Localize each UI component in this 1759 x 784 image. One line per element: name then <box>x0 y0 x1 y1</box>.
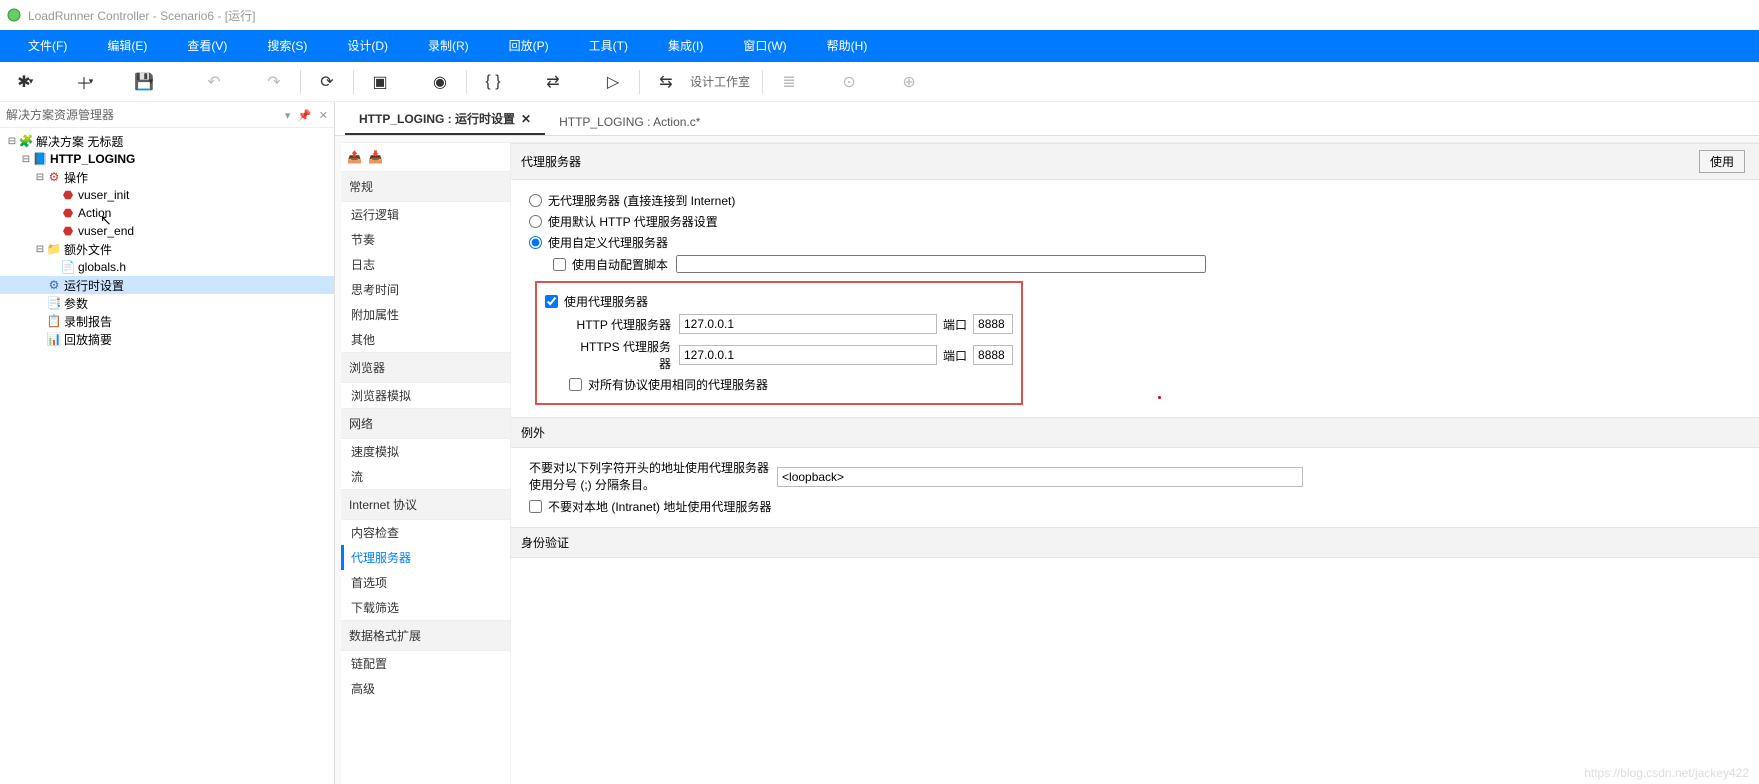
toolbar: ✱▾ ＋▾ 💾▾ ↶ ↷ ⟳ ▣ ◉ { } ⇄ ▷ ⇆ 设计工作室 ≣ ⊙ ⊕ <box>0 62 1759 102</box>
radio-default-proxy[interactable] <box>529 215 542 228</box>
tree-runtime-settings[interactable]: ⚙运行时设置 <box>0 276 334 294</box>
pin-icon[interactable]: 📌 <box>298 110 312 122</box>
zoom-reset-button[interactable]: ⊙ <box>835 68 863 96</box>
design-studio-icon[interactable]: ⇆ <box>652 68 680 96</box>
tree-vuser-init[interactable]: ⬣vuser_init <box>0 186 334 204</box>
nav-streaming[interactable]: 流 <box>341 464 510 489</box>
radio-no-proxy[interactable] <box>529 194 542 207</box>
menu-search[interactable]: 搜索(S) <box>247 30 327 62</box>
http-host-input[interactable] <box>679 314 937 334</box>
close-tab-icon[interactable]: ✕ <box>521 112 531 126</box>
menu-replay[interactable]: 回放(P) <box>489 30 569 62</box>
tree-project[interactable]: ⊟📘HTTP_LOGING <box>0 150 334 168</box>
nav-misc[interactable]: 其他 <box>341 327 510 352</box>
tree-record-report[interactable]: 📋录制报告 <box>0 312 334 330</box>
app-icon <box>6 7 22 23</box>
menu-design[interactable]: 设计(D) <box>327 30 408 62</box>
export-icon[interactable]: 📤 <box>347 150 362 164</box>
chk-no-intranet[interactable] <box>529 500 542 513</box>
step-button[interactable]: ▣ <box>366 68 394 96</box>
nav-group-data-format: 数据格式扩展 <box>341 620 510 651</box>
solution-tree: ⊟🧩解决方案 无标题 ⊟📘HTTP_LOGING ⊟⚙操作 ⬣vuser_ini… <box>0 128 334 352</box>
chk-use-proxy[interactable] <box>545 295 558 308</box>
tab-runtime-settings[interactable]: HTTP_LOGING : 运行时设置✕ <box>345 102 545 135</box>
flow-button[interactable]: ⇄ <box>539 68 567 96</box>
zoom-button[interactable]: ⊕ <box>895 68 923 96</box>
menu-edit[interactable]: 编辑(E) <box>87 30 167 62</box>
nav-chain-config[interactable]: 链配置 <box>341 651 510 676</box>
nav-log[interactable]: 日志 <box>341 252 510 277</box>
nav-speed-emu[interactable]: 速度模拟 <box>341 439 510 464</box>
nav-run-logic[interactable]: 运行逻辑 <box>341 202 510 227</box>
menu-help[interactable]: 帮助(H) <box>807 30 888 62</box>
settings-nav: 📤 📥 常规 运行逻辑 节奏 日志 思考时间 附加属性 其他 浏览器 浏览器模拟… <box>341 143 511 784</box>
close-panel-icon[interactable]: ✕ <box>319 110 328 122</box>
radio-custom-proxy[interactable] <box>529 236 542 249</box>
nav-browser-emu[interactable]: 浏览器模拟 <box>341 383 510 408</box>
tree-globals[interactable]: 📄globals.h <box>0 258 334 276</box>
nav-proxy-server[interactable]: 代理服务器 <box>341 545 510 570</box>
menu-window[interactable]: 窗口(W) <box>723 30 806 62</box>
nav-additional-attrs[interactable]: 附加属性 <box>341 302 510 327</box>
refresh-button[interactable]: ⟳ <box>313 68 341 96</box>
nav-preferences[interactable]: 首选项 <box>341 570 510 595</box>
menu-view[interactable]: 查看(V) <box>167 30 247 62</box>
tree-action[interactable]: ⬣Action <box>0 204 334 222</box>
record-button[interactable]: ◉ <box>426 68 454 96</box>
nav-download-filter[interactable]: 下载筛选 <box>341 595 510 620</box>
tree-vuser-end[interactable]: ⬣vuser_end <box>0 222 334 240</box>
save-button[interactable]: 💾▾ <box>130 68 158 96</box>
exceptions-input[interactable] <box>777 467 1303 487</box>
nav-content-check[interactable]: 内容检查 <box>341 520 510 545</box>
redo-button[interactable]: ↷ <box>260 68 288 96</box>
nav-group-internet: Internet 协议 <box>341 489 510 520</box>
tree-params[interactable]: 📑参数 <box>0 294 334 312</box>
red-marker <box>1158 396 1161 399</box>
proxy-section-title: 代理服务器 <box>521 153 581 170</box>
menu-record[interactable]: 录制(R) <box>408 30 489 62</box>
nav-think-time[interactable]: 思考时间 <box>341 277 510 302</box>
chk-auto-script[interactable] <box>553 258 566 271</box>
tree-operations[interactable]: ⊟⚙操作 <box>0 168 334 186</box>
new-button[interactable]: ✱▾ <box>10 68 38 96</box>
nav-pacing[interactable]: 节奏 <box>341 227 510 252</box>
add-button[interactable]: ＋▾ <box>70 68 98 96</box>
nav-advanced[interactable]: 高级 <box>341 676 510 701</box>
https-port-input[interactable] <box>973 345 1013 365</box>
exceptions-section-title: 例外 <box>521 424 545 441</box>
https-host-input[interactable] <box>679 345 937 365</box>
menu-integrate[interactable]: 集成(I) <box>648 30 723 62</box>
editor-tabs: HTTP_LOGING : 运行时设置✕ HTTP_LOGING : Actio… <box>335 102 1759 136</box>
nav-group-browser: 浏览器 <box>341 352 510 383</box>
nav-group-network: 网络 <box>341 408 510 439</box>
proxy-highlight-box: 使用代理服务器 HTTP 代理服务器 端口 HTTPS 代理服务器 端口 <box>535 281 1023 405</box>
auto-script-input[interactable] <box>676 255 1206 273</box>
indent-button[interactable]: ≣ <box>775 68 803 96</box>
menu-bar: 文件(F) 编辑(E) 查看(V) 搜索(S) 设计(D) 录制(R) 回放(P… <box>0 30 1759 62</box>
design-studio-label[interactable]: 设计工作室 <box>690 73 750 90</box>
tab-action-c[interactable]: HTTP_LOGING : Action.c* <box>545 107 714 135</box>
braces-button[interactable]: { } <box>479 68 507 96</box>
use-button[interactable]: 使用 <box>1699 150 1745 173</box>
watermark: https://blog.csdn.net/jackey422 <box>1584 766 1749 780</box>
tree-solution[interactable]: ⊟🧩解决方案 无标题 <box>0 132 334 150</box>
settings-content: 代理服务器 使用 无代理服务器 (直接连接到 Internet) 使用默认 HT… <box>511 143 1759 784</box>
explorer-title: 解决方案资源管理器 <box>6 106 114 123</box>
solution-explorer-panel: 解决方案资源管理器 ▾ 📌 ✕ ⊟🧩解决方案 无标题 ⊟📘HTTP_LOGING… <box>0 102 335 784</box>
tree-replay-summary[interactable]: 📊回放摘要 <box>0 330 334 348</box>
chk-same-proxy[interactable] <box>569 378 582 391</box>
auth-section-title: 身份验证 <box>521 534 569 551</box>
title-bar: LoadRunner Controller - Scenario6 - [运行] <box>0 0 1759 30</box>
dropdown-icon[interactable]: ▾ <box>285 110 291 122</box>
window-title: LoadRunner Controller - Scenario6 - [运行] <box>28 7 255 24</box>
http-port-input[interactable] <box>973 314 1013 334</box>
undo-button[interactable]: ↶ <box>200 68 228 96</box>
nav-group-general: 常规 <box>341 171 510 202</box>
menu-tools[interactable]: 工具(T) <box>569 30 648 62</box>
import-icon[interactable]: 📥 <box>368 150 383 164</box>
menu-file[interactable]: 文件(F) <box>8 30 87 62</box>
play-button[interactable]: ▷ <box>599 68 627 96</box>
tree-extra-files[interactable]: ⊟📁额外文件 <box>0 240 334 258</box>
